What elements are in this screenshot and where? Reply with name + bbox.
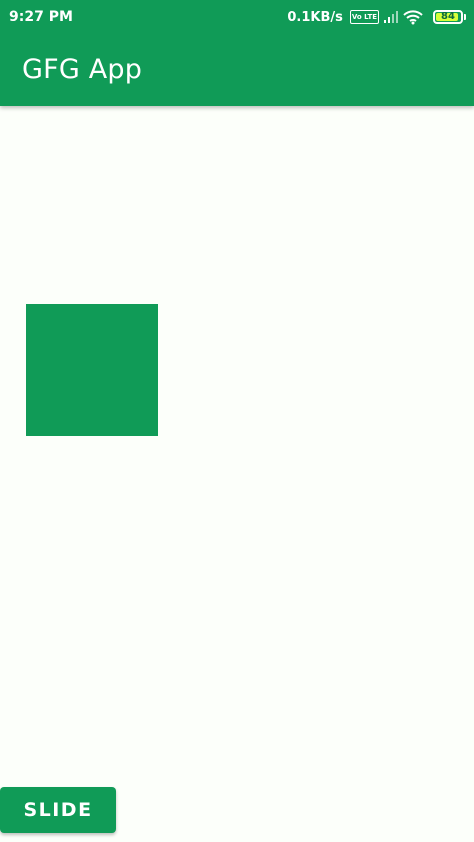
battery-icon: 84 [427, 10, 466, 24]
wifi-icon [403, 9, 423, 25]
status-time: 9:27 PM [9, 9, 73, 25]
battery-body: 84 [433, 10, 463, 24]
battery-level: 84 [441, 11, 455, 22]
volte-icon: Vo LTE [349, 10, 379, 24]
slide-button[interactable]: SLIDE [0, 787, 116, 833]
animated-square [26, 304, 158, 436]
battery-tip [464, 14, 466, 20]
app-title: GFG App [22, 54, 143, 85]
status-indicators: 0.1KB/s Vo LTE 84 [287, 7, 466, 27]
network-speed: 0.1KB/s [287, 9, 343, 25]
signal-icon [383, 10, 399, 24]
status-bar: 9:27 PM 0.1KB/s Vo LTE 84 [0, 0, 474, 34]
app-bar: 9:27 PM 0.1KB/s Vo LTE 84 GFG App [0, 0, 474, 106]
